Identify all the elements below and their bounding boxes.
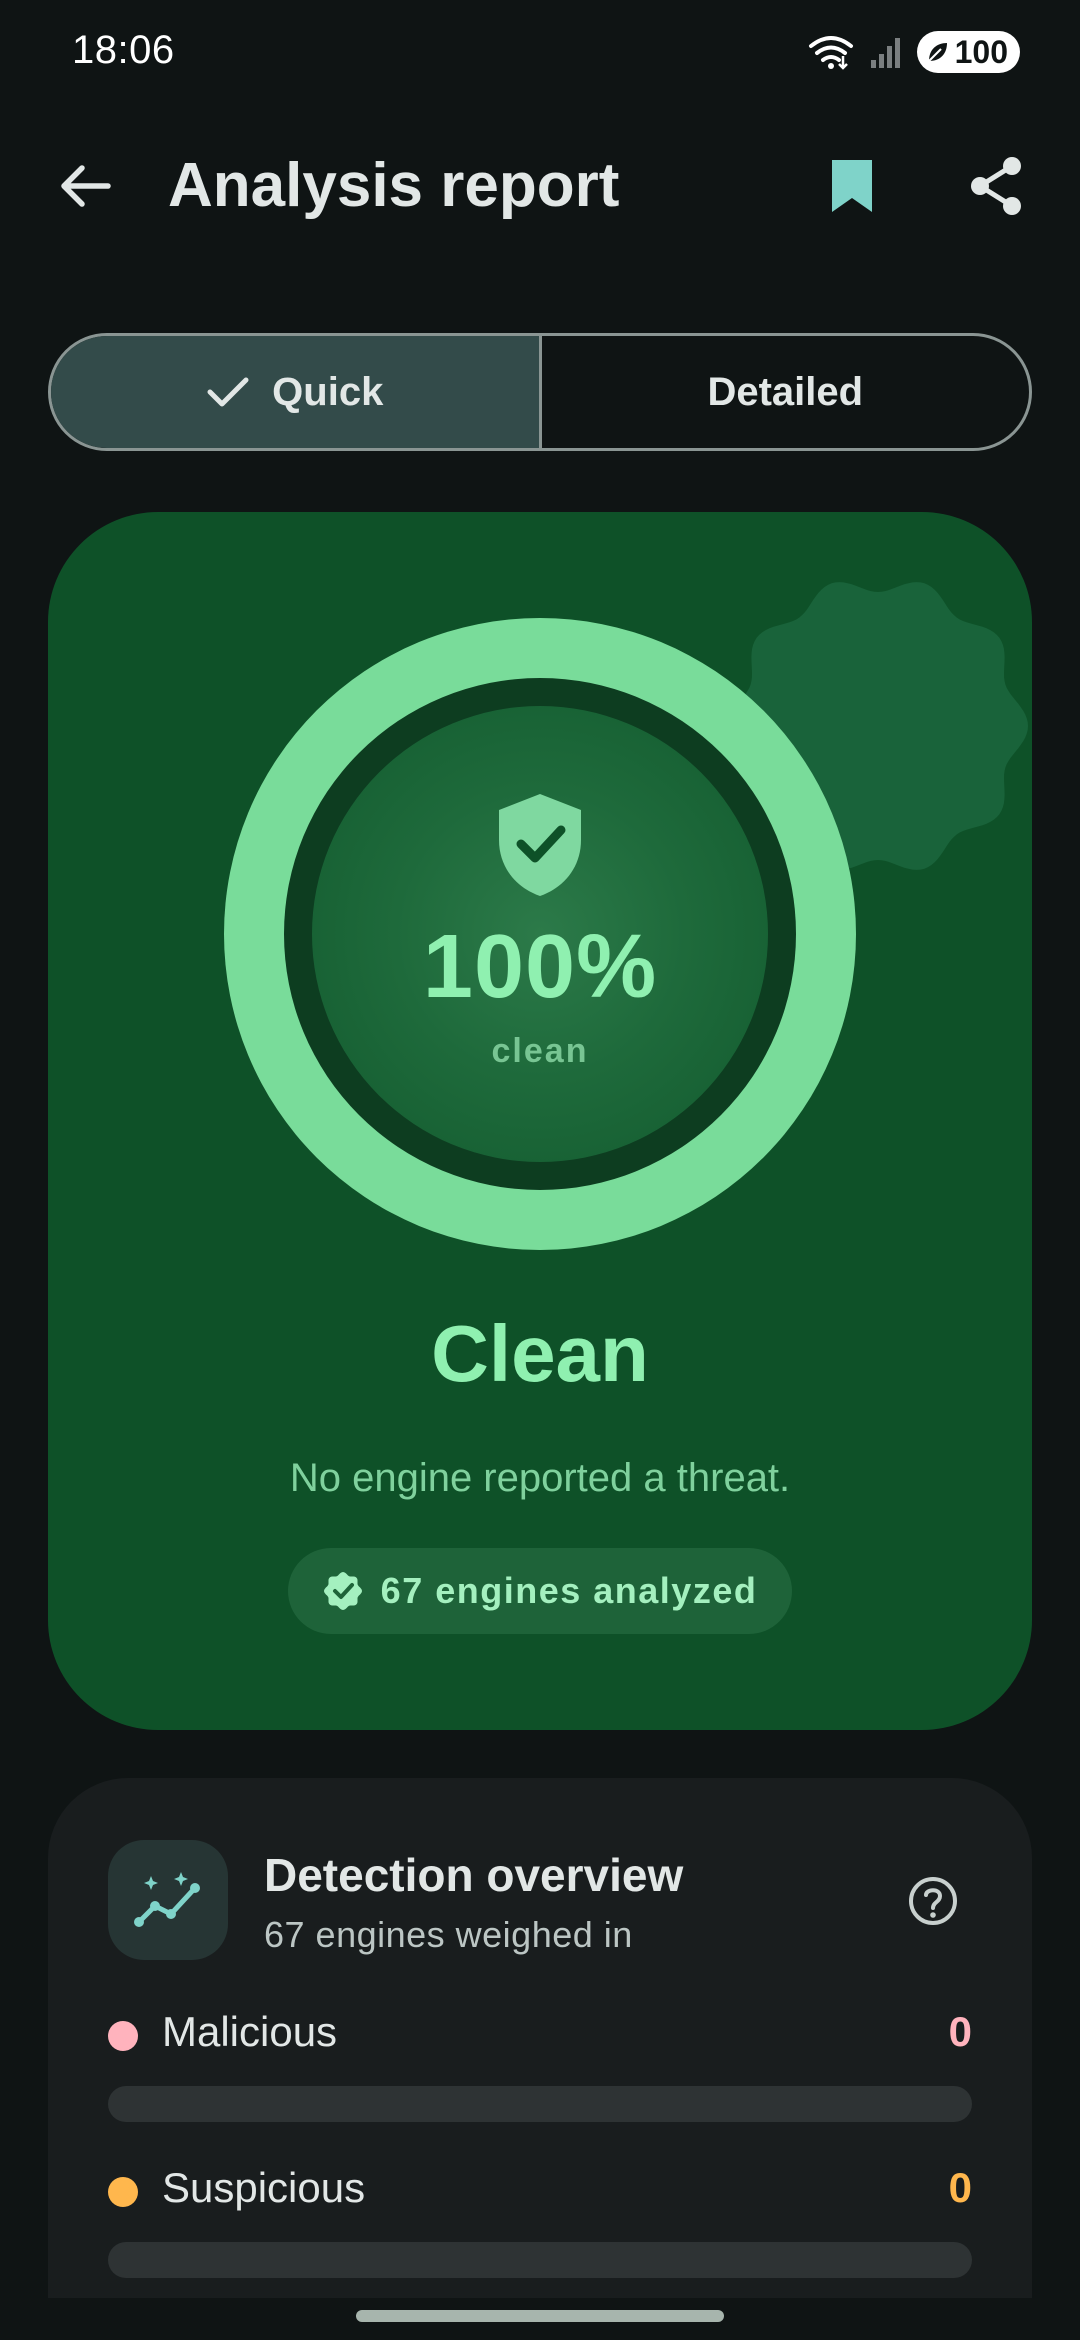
share-icon xyxy=(971,157,1021,215)
clean-percentage: 100% xyxy=(422,917,658,1017)
metric-value: 0 xyxy=(948,2008,972,2055)
insights-icon xyxy=(134,1872,200,1927)
help-button[interactable] xyxy=(898,1866,968,1936)
tab-detailed[interactable]: Detailed xyxy=(542,336,1030,448)
metric-malicious: Malicious 0 xyxy=(108,2008,972,2128)
detection-overview-card: Detection overview 67 engines weighed in… xyxy=(48,1778,1032,2298)
metric-label: Malicious xyxy=(162,2008,338,2055)
tab-quick-label: Quick xyxy=(272,369,384,414)
status-bar: 18:06 100 xyxy=(0,0,1080,100)
verdict-title: Clean xyxy=(431,1309,649,1398)
suspicious-dot xyxy=(108,2177,138,2207)
bookmark-icon xyxy=(832,160,872,212)
battery-level: 100 xyxy=(954,33,1008,70)
bookmark-button[interactable] xyxy=(812,144,892,228)
malicious-dot xyxy=(108,2021,138,2051)
status-icons: 100 xyxy=(807,30,1020,74)
battery-indicator: 100 xyxy=(916,31,1020,73)
back-arrow-icon xyxy=(61,165,111,207)
share-button[interactable] xyxy=(956,144,1036,228)
metric-label: Suspicious xyxy=(162,2164,366,2211)
metric-value: 0 xyxy=(948,2164,972,2211)
clean-percentage-caption: clean xyxy=(491,1032,589,1070)
signal-icon xyxy=(870,38,900,68)
status-time: 18:06 xyxy=(72,28,175,72)
clean-score-ring: 100% clean xyxy=(224,618,856,1250)
metric-progress-track xyxy=(108,2086,972,2122)
engines-analyzed-chip: 67 engines analyzed xyxy=(288,1548,792,1634)
overview-icon-tile xyxy=(108,1840,228,1960)
scan-result-card: 100% clean Clean No engine reported a th… xyxy=(48,512,1032,1730)
verdict-description: No engine reported a threat. xyxy=(289,1456,791,1500)
check-icon xyxy=(207,377,249,407)
battery-saver-icon xyxy=(927,43,947,62)
back-button[interactable] xyxy=(44,146,124,226)
tab-quick[interactable]: Quick xyxy=(51,336,542,448)
tab-detailed-label: Detailed xyxy=(707,369,864,414)
overview-title: Detection overview xyxy=(264,1849,684,1901)
page-title: Analysis report xyxy=(168,151,620,220)
help-circle-icon xyxy=(909,1877,957,1925)
engines-analyzed-text: 67 engines analyzed xyxy=(380,1570,758,1611)
verified-badge-icon xyxy=(323,1572,362,1610)
analysis-report-screen: 18:06 100 Analysis report Quick Detailed… xyxy=(0,0,1080,2340)
metric-suspicious: Suspicious 0 xyxy=(108,2164,972,2284)
wifi-icon xyxy=(808,36,853,70)
gesture-navigation-bar[interactable] xyxy=(356,2310,724,2322)
overview-subtitle: 67 engines weighed in xyxy=(264,1914,633,1955)
shield-check-icon xyxy=(499,794,581,896)
top-app-bar: Analysis report xyxy=(0,120,1080,240)
metric-progress-track xyxy=(108,2242,972,2278)
ring-center: 100% clean xyxy=(312,706,768,1162)
report-mode-tabs: Quick Detailed xyxy=(48,333,1032,451)
ring-track: 100% clean xyxy=(284,678,796,1190)
